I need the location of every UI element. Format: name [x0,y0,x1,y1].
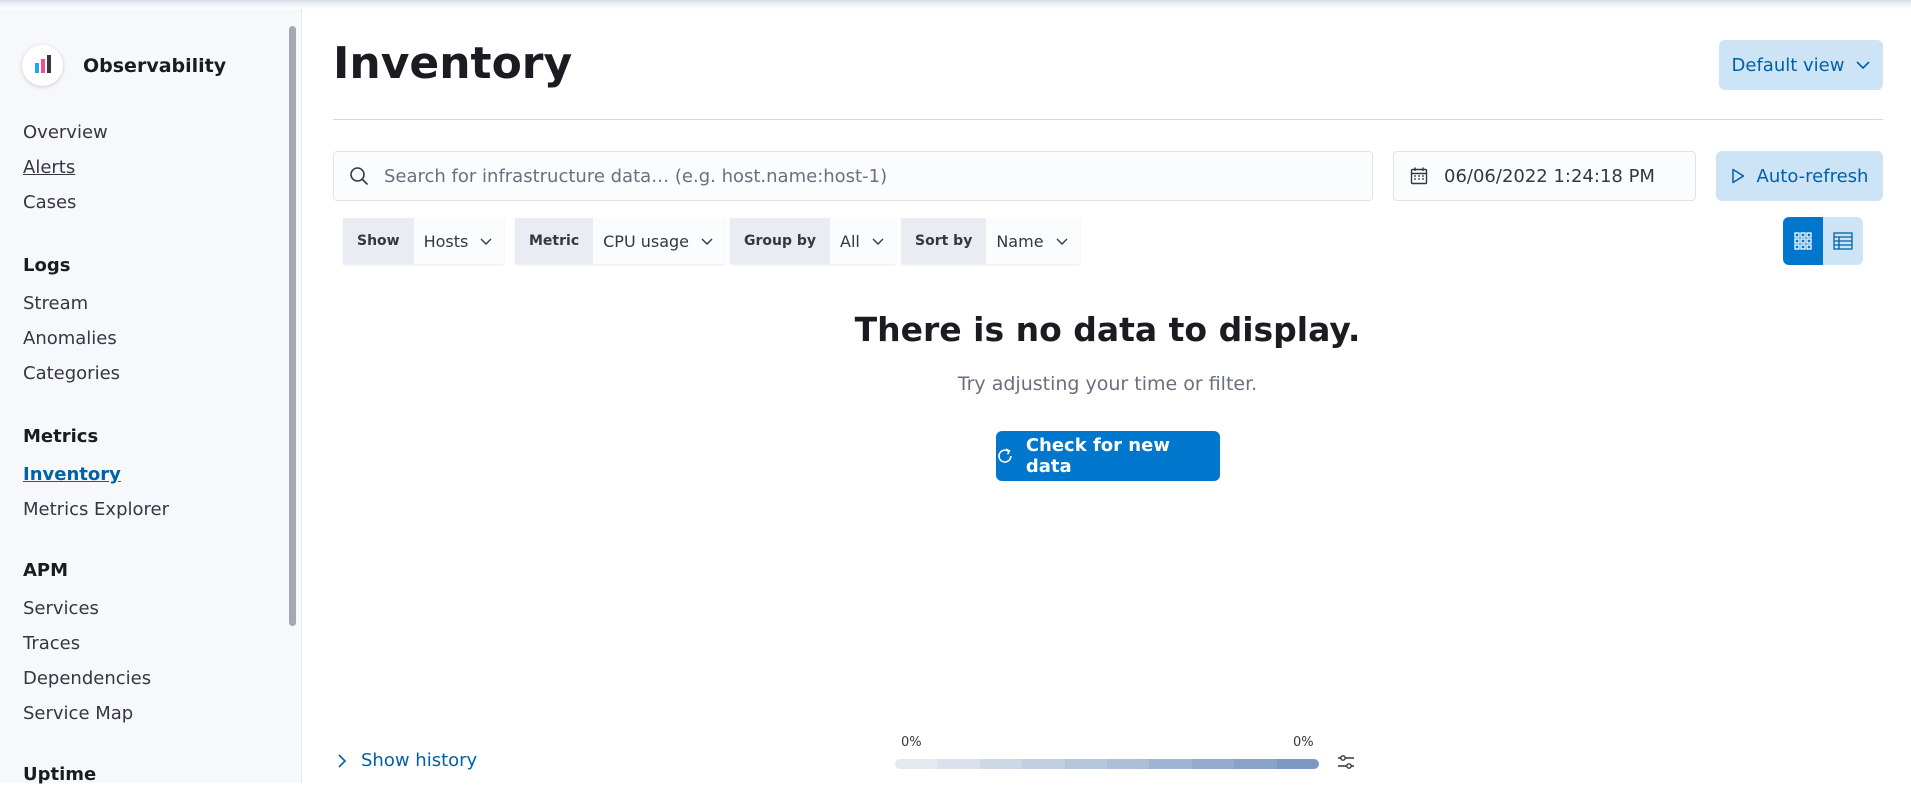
date-picker[interactable]: 06/06/2022 1:24:18 PM [1393,151,1696,201]
nav-heading-metrics: Metrics [23,426,99,447]
nav-overview[interactable]: Overview [23,122,108,143]
legend-step [1022,759,1065,769]
nav-heading-apm: APM [23,560,69,581]
nav-traces[interactable]: Traces [23,633,80,654]
legend-step [1276,759,1319,769]
calendar-icon [1394,167,1444,185]
group-by-filter-label: Group by [730,218,831,264]
nav-metrics-explorer[interactable]: Metrics Explorer [23,499,169,520]
nav-alerts[interactable]: Alerts [23,157,75,178]
sort-by-filter-selected: Name [996,231,1044,251]
view-toggle [1783,217,1863,265]
page-title: Inventory [333,38,573,89]
metric-filter-label: Metric [515,218,594,264]
show-history-toggle[interactable]: Show history [337,750,477,771]
chevron-down-icon [480,238,492,245]
metric-filter-value[interactable]: CPU usage [593,218,726,264]
legend-step [1191,759,1235,769]
legend-gradient [895,759,1319,769]
show-filter-value[interactable]: Hosts [413,218,505,264]
nav-cases[interactable]: Cases [23,192,76,213]
show-history-label: Show history [361,750,478,771]
sidebar: Observability Overview Alerts Cases Logs… [0,9,302,785]
nav-services[interactable]: Services [23,598,99,619]
chevron-right-icon [338,753,347,768]
search-input[interactable] [384,165,1344,187]
chevron-down-icon [1056,238,1068,245]
empty-state-title: There is no data to display. [854,310,1361,349]
group-by-filter-value[interactable]: All [830,218,896,264]
observability-logo-icon [22,45,63,86]
empty-state-subtitle: Try adjusting your time or filter. [957,373,1258,395]
group-by-filter-selected: All [840,231,860,251]
nav-heading-uptime: Uptime [23,764,97,785]
legend-max-label: 0% [1293,735,1314,750]
refresh-icon [998,448,1012,463]
group-by-filter[interactable]: Group by All [730,218,896,264]
show-filter-selected: Hosts [423,231,469,251]
date-value: 06/06/2022 1:24:18 PM [1444,165,1655,187]
legend-step [1064,759,1108,769]
check-for-new-data-button[interactable]: Check for new data [996,431,1220,481]
nav-inventory[interactable]: Inventory [23,464,121,485]
sort-by-filter-label: Sort by [901,218,987,264]
legend-step [1149,759,1192,769]
brand: Observability [22,45,226,86]
nav-service-map[interactable]: Service Map [23,703,133,724]
search-icon [334,166,384,186]
nav-heading-logs: Logs [23,255,71,276]
legend-min-label: 0% [901,735,922,750]
legend-step [1107,759,1150,769]
saved-view-button[interactable]: Default view [1719,40,1883,90]
chevron-down-icon [872,238,884,245]
saved-view-label: Default view [1731,54,1845,76]
legend-step [937,759,980,769]
chevron-down-icon [701,238,713,245]
legend-step [979,759,1023,769]
sort-by-filter[interactable]: Sort by Name [901,218,1080,264]
show-filter-label: Show [343,218,414,264]
grid-icon [1794,232,1812,250]
legend-step [1234,759,1277,769]
search-bar[interactable] [333,151,1373,201]
map-view-button[interactable] [1783,217,1823,265]
header-divider [333,119,1883,120]
check-for-new-data-label: Check for new data [1025,435,1170,477]
sort-by-filter-value[interactable]: Name [986,218,1080,264]
show-filter[interactable]: Show Hosts [343,218,505,264]
legend-settings-button[interactable] [1336,752,1356,776]
table-icon [1833,232,1853,250]
top-shadow [0,0,1911,9]
auto-refresh-button[interactable]: Auto-refresh [1716,151,1883,201]
sliders-icon [1338,755,1354,769]
table-view-button[interactable] [1823,217,1863,265]
nav-dependencies[interactable]: Dependencies [23,668,151,689]
auto-refresh-label: Auto-refresh [1756,165,1869,187]
chevron-down-icon [1856,61,1871,70]
play-icon [1731,168,1744,184]
metric-filter[interactable]: Metric CPU usage [515,218,726,264]
brand-title: Observability [83,54,227,77]
legend-step [895,759,938,769]
metric-filter-selected: CPU usage [603,231,690,251]
